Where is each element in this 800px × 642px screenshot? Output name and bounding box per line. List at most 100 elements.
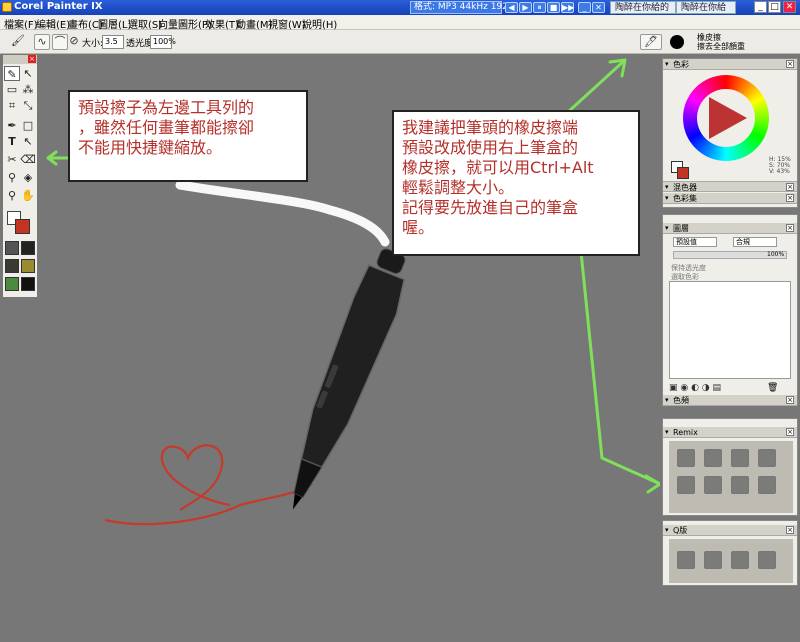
note-right-line-5: 記得要先放進自己的筆盒: [402, 198, 579, 217]
transform-tool[interactable]: ⤡: [20, 98, 36, 113]
browser-tab-2[interactable]: 陶醉在你給: [676, 1, 736, 14]
brush-slot-icon[interactable]: [704, 551, 722, 569]
brush-slot-icon[interactable]: [731, 551, 749, 569]
brush-variant-icon[interactable]: [670, 35, 684, 49]
color-set-header[interactable]: 色彩集 ×: [663, 193, 797, 204]
brush-slot-icon[interactable]: [677, 449, 695, 467]
layer-commands-icon[interactable]: ▣ ◉ ◐ ◑ ▤: [669, 383, 721, 393]
menu-movie[interactable]: 動畫(M): [236, 16, 272, 31]
blend-method-select[interactable]: 預設值: [673, 237, 717, 247]
media-play-button[interactable]: ▶: [519, 2, 532, 13]
freehand-stroke-icon[interactable]: ∿: [34, 34, 50, 50]
menu-edit[interactable]: 編輯(E): [36, 16, 70, 31]
grabber-tool[interactable]: ✋: [20, 188, 36, 203]
property-bar: 🖌 ∿ ⌒ ⊘ 大小: 3.5 透光度: 100% 🖊 橡皮擦 擦去全部顏重: [0, 30, 800, 54]
brush-slot-icon[interactable]: [731, 476, 749, 494]
brush-category-name[interactable]: 橡皮擦 擦去全部顏重: [697, 33, 745, 51]
layers-list[interactable]: [669, 281, 791, 379]
mixer-header[interactable]: 混色器 ×: [663, 181, 797, 193]
channels-header[interactable]: 色頻 ×: [663, 395, 797, 406]
opacity-value: 100%: [767, 251, 785, 258]
pattern-selector[interactable]: [5, 259, 19, 273]
close-button[interactable]: ✕: [783, 1, 796, 13]
close-icon[interactable]: ×: [786, 224, 794, 232]
menu-shapes[interactable]: 向量圖形(P): [158, 16, 212, 31]
media-min-button[interactable]: _: [578, 2, 591, 13]
saturation-triangle[interactable]: [701, 93, 751, 143]
brush-tool[interactable]: ✎: [4, 66, 20, 81]
magic-wand-tool[interactable]: ⁂: [20, 82, 36, 97]
color-readout: H: 15% S: 70% V: 43%: [769, 157, 791, 175]
shape-rect-tool[interactable]: □: [20, 118, 36, 133]
menu-bar: 檔案(F) 編輯(E) 畫布(C) 圖層(L) 選取(S) 向量圖形(P) 效果…: [0, 15, 800, 31]
reset-tool-icon[interactable]: ⊘: [66, 34, 82, 50]
look-selector[interactable]: [5, 277, 19, 291]
close-icon[interactable]: ×: [786, 526, 794, 534]
close-icon[interactable]: ×: [786, 396, 794, 404]
brush-slot-icon[interactable]: [677, 551, 695, 569]
layers-header[interactable]: 圖層 ×: [663, 223, 797, 234]
dropper-tool[interactable]: ⚲: [4, 170, 20, 185]
magnifier-tool[interactable]: ⚲: [4, 188, 20, 203]
close-icon[interactable]: ×: [786, 428, 794, 436]
brush-slot-icon[interactable]: [758, 476, 776, 494]
media-stop-button[interactable]: ■: [547, 2, 560, 13]
size-input[interactable]: 3.5: [102, 35, 124, 49]
brush-slot-icon[interactable]: [677, 476, 695, 494]
media-next-button[interactable]: ▶▶: [561, 2, 574, 13]
close-icon[interactable]: ×: [786, 183, 794, 191]
layers-title: 圖層: [673, 224, 689, 233]
value-readout: V: 43%: [769, 168, 790, 175]
brush-slot-icon[interactable]: [731, 449, 749, 467]
close-icon[interactable]: ×: [28, 55, 36, 63]
remix-header[interactable]: Remix ×: [663, 427, 797, 438]
brush-slot-icon[interactable]: [704, 476, 722, 494]
nozzle-selector[interactable]: [21, 277, 35, 291]
menu-help[interactable]: 說明(H): [302, 16, 337, 31]
media-prev-button[interactable]: ◀: [505, 2, 518, 13]
gradient-selector[interactable]: [21, 241, 35, 255]
channels-title: 色頻: [673, 396, 689, 405]
eraser-tool[interactable]: ⌫: [20, 152, 36, 167]
app-icon: [2, 2, 12, 12]
color-set-title: 色彩集: [673, 194, 697, 203]
color-palette-title: 色彩: [673, 60, 689, 69]
color-palette-header[interactable]: 色彩 ×: [663, 59, 797, 70]
layer-adjuster-tool[interactable]: ↖: [20, 66, 36, 81]
shape-select-tool[interactable]: ↖: [20, 134, 36, 149]
brush-slot-icon[interactable]: [758, 449, 776, 467]
q-header[interactable]: Q版 ×: [663, 525, 797, 536]
text-tool[interactable]: T: [4, 134, 20, 149]
remix-title: Remix: [673, 428, 698, 437]
opacity-input[interactable]: 100%: [150, 35, 176, 49]
q-title: Q版: [673, 526, 688, 535]
pen-tool[interactable]: ✒: [4, 118, 20, 133]
menu-file[interactable]: 檔案(F): [4, 16, 38, 31]
media-pause-button[interactable]: ⏸: [533, 2, 546, 13]
note-right-line-4: 輕鬆調整大小。: [402, 178, 515, 197]
menu-layers[interactable]: 圖層(L): [98, 16, 131, 31]
minimize-button[interactable]: _: [754, 1, 767, 13]
paper-selector[interactable]: [5, 241, 19, 255]
main-color-chip[interactable]: [677, 167, 689, 179]
trash-icon[interactable]: 🗑: [767, 383, 778, 393]
toolbox-titlebar[interactable]: ×: [3, 55, 37, 64]
menu-effects[interactable]: 效果(T): [205, 16, 239, 31]
close-icon[interactable]: ×: [786, 194, 794, 202]
close-icon[interactable]: ×: [786, 60, 794, 68]
paint-bucket-tool[interactable]: ◈: [20, 170, 36, 185]
cloner-tool[interactable]: ✂: [4, 152, 20, 167]
menu-window[interactable]: 視窗(W): [268, 16, 306, 31]
crop-tool[interactable]: ⌗: [4, 98, 20, 113]
rect-select-tool[interactable]: ▭: [4, 82, 20, 97]
brush-category-icon[interactable]: 🖊: [640, 34, 662, 50]
composite-method-select[interactable]: 合規: [733, 237, 777, 247]
brush-category-label: 橡皮擦: [697, 33, 721, 42]
browser-tab-1[interactable]: 陶醉在你給的甜蜜: [610, 1, 676, 25]
brush-slot-icon[interactable]: [758, 551, 776, 569]
main-color-swatch[interactable]: [15, 219, 30, 234]
weave-selector[interactable]: [21, 259, 35, 273]
media-close-button[interactable]: ✕: [592, 2, 605, 13]
maximize-button[interactable]: □: [768, 1, 781, 13]
brush-slot-icon[interactable]: [704, 449, 722, 467]
